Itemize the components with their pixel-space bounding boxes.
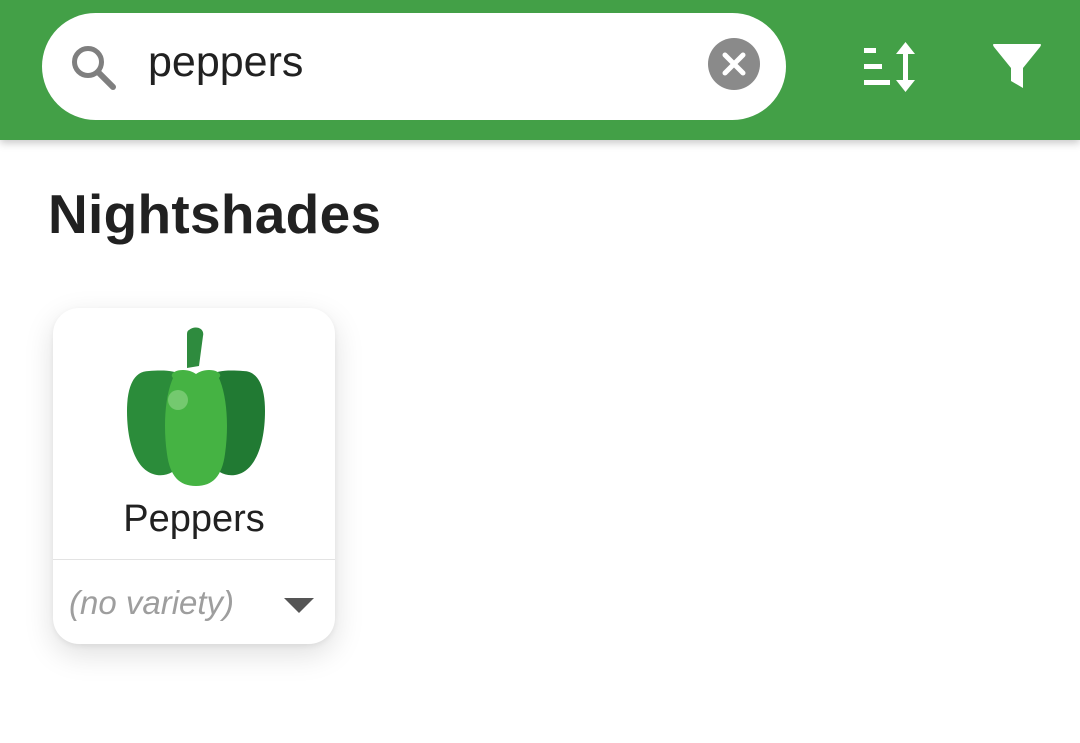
search-icon (72, 46, 116, 90)
filter-icon[interactable] (990, 40, 1044, 94)
app-bar (0, 0, 1080, 140)
card-title: Peppers (123, 498, 265, 540)
search-input[interactable] (148, 30, 688, 94)
bell-pepper-icon (127, 327, 265, 486)
clear-search-icon[interactable] (708, 38, 760, 90)
variety-value: (no variety) (69, 584, 235, 621)
section-title: Nightshades (48, 183, 382, 245)
crop-card[interactable]: Peppers (no variety) (53, 308, 335, 644)
variety-dropdown[interactable]: (no variety) (53, 560, 335, 644)
dropdown-arrow-icon (284, 598, 314, 613)
sort-icon[interactable] (858, 40, 922, 94)
